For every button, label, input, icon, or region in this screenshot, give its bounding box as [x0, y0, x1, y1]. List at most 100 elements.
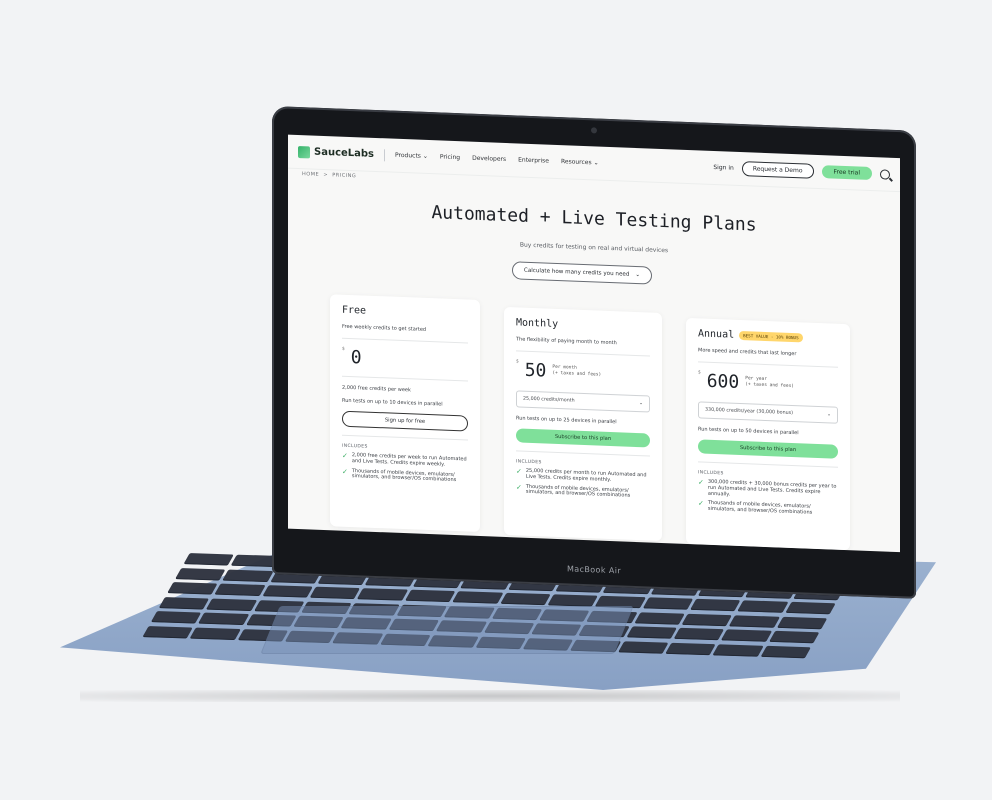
- include-item: ✓ Thousands of mobile devices, emulators/…: [342, 467, 468, 484]
- chevron-down-icon: ⌄: [422, 152, 428, 160]
- keyboard-key[interactable]: [673, 627, 725, 641]
- plan-card-annual: Annual BEST VALUE - 10% BONUS More speed …: [686, 317, 850, 551]
- divider: [342, 375, 468, 382]
- devices-text: Run tests on up to 25 devices in paralle…: [516, 415, 617, 426]
- keyboard-key[interactable]: [167, 582, 218, 595]
- breadcrumb-separator: >: [321, 171, 333, 179]
- plan-name: Annual: [698, 328, 735, 341]
- calculate-credits-button[interactable]: Calculate how many credits you need ⌄: [512, 261, 652, 285]
- plan-price: $ 0: [342, 347, 468, 373]
- keyboard-key[interactable]: [784, 601, 836, 615]
- chevron-down-icon: ⌄: [826, 412, 831, 418]
- subscribe-annual-button[interactable]: Subscribe to this plan: [698, 439, 838, 459]
- keyboard-key[interactable]: [689, 598, 741, 612]
- calculate-credits-label: Calculate how many credits you need: [523, 267, 630, 278]
- check-icon: ✓: [516, 467, 522, 476]
- best-value-badge: BEST VALUE - 10% BONUS: [739, 330, 803, 342]
- divider: [342, 434, 468, 441]
- brand-name: SauceLabs: [314, 146, 375, 160]
- keyboard-key[interactable]: [309, 586, 361, 600]
- keyboard-key[interactable]: [665, 642, 717, 655]
- include-item: ✓ Thousands of mobile devices, emulators/…: [698, 499, 838, 518]
- page-title: Automated + Live Testing Plans: [431, 202, 757, 236]
- plan-card-free: Free Free weekly credits to get started …: [330, 294, 480, 532]
- keyboard-key[interactable]: [452, 591, 504, 604]
- chevron-down-icon: ⌄: [635, 271, 641, 279]
- free-trial-button[interactable]: Free trial: [821, 165, 872, 181]
- plan-description: More speed and credits that last longer: [698, 347, 797, 358]
- keyboard-key[interactable]: [768, 630, 820, 644]
- price-note: Per month (+ taxes and fees): [552, 364, 602, 378]
- keyboard-key[interactable]: [198, 612, 250, 626]
- keyboard-key[interactable]: [499, 592, 551, 606]
- keyboard-key[interactable]: [760, 645, 812, 658]
- keyboard-key[interactable]: [175, 567, 227, 581]
- divider: [516, 450, 650, 457]
- nav-divider: [384, 148, 386, 161]
- keyboard-key[interactable]: [142, 625, 194, 639]
- breadcrumb-current: PRICING: [332, 172, 357, 180]
- keyboard-key[interactable]: [262, 585, 313, 598]
- keyboard-key[interactable]: [357, 588, 409, 601]
- nav-resources[interactable]: Resources ⌄: [561, 158, 599, 166]
- nav-enterprise[interactable]: Enterprise: [518, 156, 549, 164]
- nav-products[interactable]: Products ⌄: [395, 152, 428, 160]
- keyboard-key[interactable]: [737, 600, 789, 613]
- divider: [516, 350, 650, 357]
- keyboard-key[interactable]: [183, 553, 235, 566]
- keyboard-key[interactable]: [634, 611, 686, 625]
- keyboard-key[interactable]: [159, 596, 210, 610]
- sign-up-free-button[interactable]: Sign up for free: [342, 410, 468, 432]
- brand-logo[interactable]: SauceLabs: [298, 145, 374, 160]
- keyboard-key[interactable]: [626, 626, 677, 639]
- devices-text: Run tests on up to 50 devices in paralle…: [698, 426, 799, 437]
- check-icon: ✓: [698, 499, 704, 508]
- credits-select[interactable]: 25,000 credits/month ⌄: [516, 390, 650, 413]
- include-text: 300,000 credits + 30,000 bonus credits p…: [707, 478, 837, 498]
- logo-mark-icon: [298, 145, 310, 158]
- price-value: 0: [350, 347, 362, 369]
- subscribe-monthly-button[interactable]: Subscribe to this plan: [516, 428, 650, 448]
- keyboard-key[interactable]: [214, 583, 266, 597]
- currency-symbol: $: [516, 359, 519, 365]
- nav-developers[interactable]: Developers: [472, 155, 506, 163]
- include-text: Thousands of mobile devices, emulators/ …: [707, 500, 813, 516]
- laptop-shadow: [80, 690, 900, 702]
- credits-select[interactable]: 330,000 credits/year (30,000 bonus) ⌄: [698, 401, 838, 424]
- request-demo-button[interactable]: Request a Demo: [741, 161, 814, 179]
- plan-price: $ 600 Per year (+ taxes and fees): [698, 370, 838, 396]
- keyboard-key[interactable]: [222, 569, 274, 582]
- nav-pricing[interactable]: Pricing: [440, 153, 460, 161]
- keyboard-key[interactable]: [721, 629, 772, 642]
- top-navigation: SauceLabs Products ⌄ Pricing Developers …: [288, 134, 900, 193]
- keyboard-key[interactable]: [776, 616, 828, 629]
- credits-select-value: 25,000 credits/month: [523, 396, 575, 404]
- keyboard-key[interactable]: [404, 589, 456, 603]
- keyboard-key[interactable]: [547, 594, 599, 607]
- include-item: ✓ Thousands of mobile devices, emulators/…: [516, 483, 650, 501]
- sign-in-link[interactable]: Sign in: [713, 164, 733, 172]
- search-icon[interactable]: [880, 168, 890, 180]
- include-item: ✓ 2,000 free credits per week to run Auto…: [342, 452, 468, 469]
- keyboard-key[interactable]: [150, 611, 202, 624]
- breadcrumb-home[interactable]: HOME: [302, 171, 319, 178]
- nav-resources-label: Resources: [560, 158, 592, 167]
- keyboard-key[interactable]: [729, 614, 781, 628]
- keyboard-key[interactable]: [642, 597, 694, 610]
- keyboard-key[interactable]: [206, 598, 258, 611]
- price-value: 600: [706, 370, 740, 393]
- keyboard-key[interactable]: [712, 643, 764, 657]
- keyboard-key[interactable]: [681, 613, 733, 626]
- include-text: 2,000 free credits per week to run Autom…: [351, 452, 467, 468]
- chevron-down-icon: ⌄: [593, 159, 599, 167]
- trackpad[interactable]: [260, 606, 634, 654]
- plan-description: Free weekly credits to get started: [342, 323, 427, 333]
- chevron-down-icon: ⌄: [638, 401, 643, 407]
- keyboard-key[interactable]: [190, 627, 241, 640]
- include-text: 25,000 credits per month to run Automate…: [525, 467, 647, 483]
- keyboard-key[interactable]: [617, 640, 669, 654]
- check-icon: ✓: [698, 478, 704, 487]
- divider: [698, 461, 838, 468]
- nav-actions: Sign in Request a Demo Free trial: [713, 160, 890, 182]
- nav-links: Products ⌄ Pricing Developers Enterprise…: [395, 152, 599, 167]
